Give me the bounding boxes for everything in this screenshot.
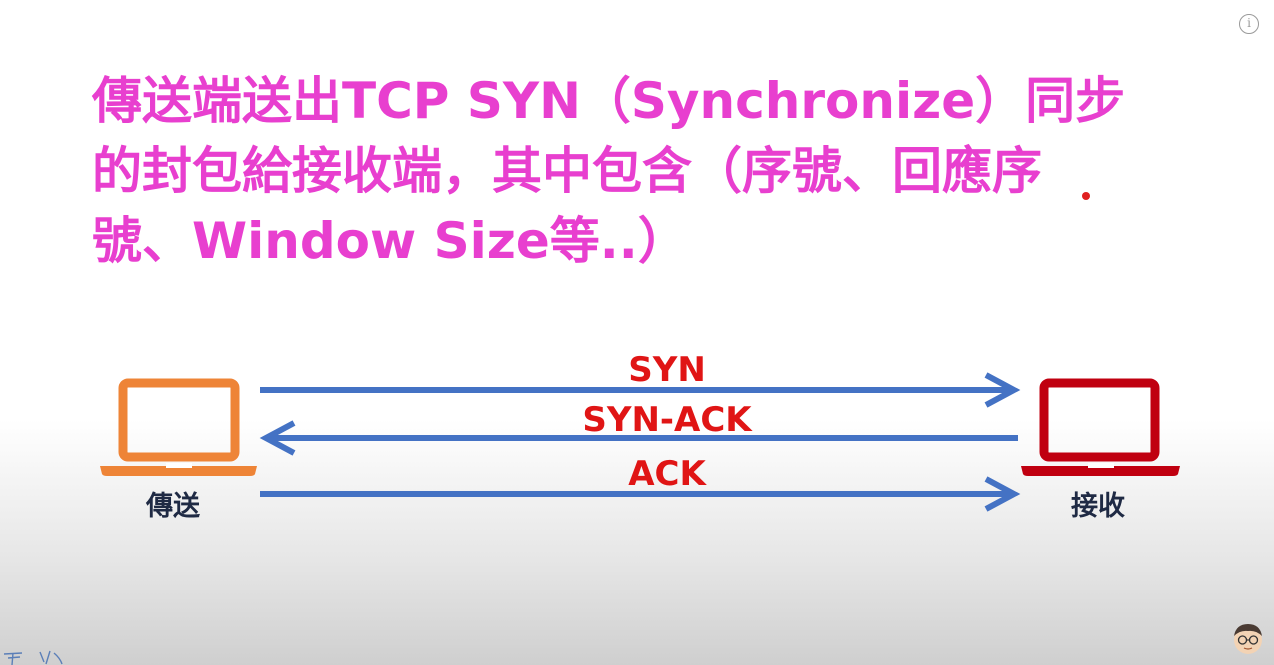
receiver-label: 接收	[1071, 491, 1125, 522]
signature-scribble	[3, 650, 63, 665]
avatar-icon	[1234, 624, 1262, 654]
handshake-diagram	[100, 372, 1180, 512]
message-label-syn-ack: SYN-ACK	[582, 400, 752, 440]
message-label-syn: SYN	[628, 350, 706, 390]
receiver-laptop-icon	[1021, 378, 1180, 476]
sender-laptop-icon	[100, 378, 257, 476]
sender-label: 傳送	[146, 491, 200, 522]
message-label-ack: ACK	[628, 454, 706, 494]
